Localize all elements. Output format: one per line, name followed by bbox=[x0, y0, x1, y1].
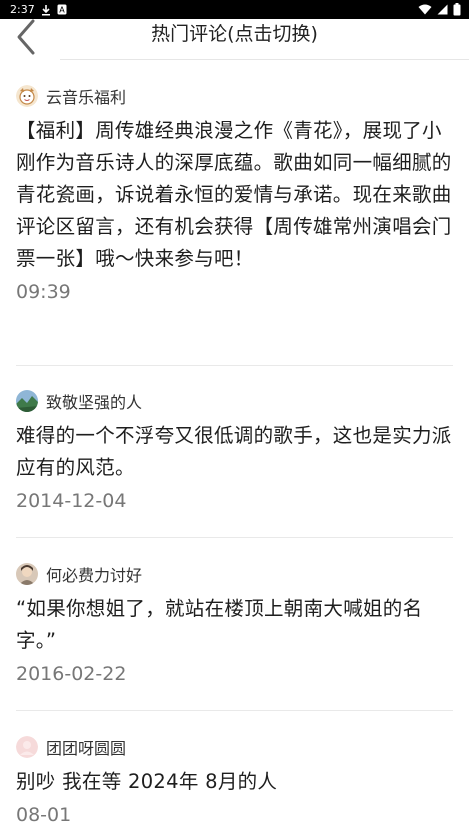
avatar[interactable] bbox=[16, 390, 38, 412]
comment-divider bbox=[16, 710, 453, 711]
comment-divider bbox=[16, 365, 453, 366]
page-title[interactable]: 热门评论(点击切换) bbox=[60, 19, 409, 49]
status-bar: 2:37 A bbox=[0, 0, 469, 19]
comment-item[interactable]: 致敬坚强的人 难得的一个不浮夸又很低调的歌手，这也是实力派应有的风范。 2014… bbox=[16, 389, 453, 514]
header-divider bbox=[60, 59, 469, 60]
comment-text: 别吵 我在等 2024年 8月的人 bbox=[16, 770, 278, 793]
avatar[interactable] bbox=[16, 85, 38, 107]
comment-user: 云音乐福利 bbox=[16, 84, 453, 108]
comment-item[interactable]: 何必费力讨好 “如果你想姐了，就站在楼顶上朝南大喊姐的名字。” 2016-02-… bbox=[16, 562, 453, 687]
header: 热门评论(点击切换) bbox=[0, 19, 469, 59]
comment-user: 致敬坚强的人 bbox=[16, 389, 453, 413]
comment-item[interactable]: 云音乐福利 【福利】周传雄经典浪漫之作《青花》，展现了小刚作为音乐诗人的深厚底蕴… bbox=[16, 84, 453, 305]
comment-text: 难得的一个不浮夸又很低调的歌手，这也是实力派应有的风范。 bbox=[16, 424, 452, 479]
username[interactable]: 何必费力讨好 bbox=[46, 562, 142, 586]
comment-time: 2014-12-04 bbox=[16, 490, 127, 512]
svg-text:A: A bbox=[59, 6, 65, 15]
username[interactable]: 云音乐福利 bbox=[46, 84, 126, 108]
avatar[interactable] bbox=[16, 563, 38, 585]
wifi-icon bbox=[418, 4, 432, 15]
comment-text: “如果你想姐了，就站在楼顶上朝南大喊姐的名字。” bbox=[16, 597, 423, 652]
comment-divider bbox=[16, 537, 453, 538]
comment-time: 09:39 bbox=[16, 281, 71, 303]
username[interactable]: 致敬坚强的人 bbox=[46, 389, 142, 413]
comment-time: 08-01 bbox=[16, 804, 72, 826]
comment-item[interactable]: 团团呀圆圆 别吵 我在等 2024年 8月的人 08-01 bbox=[16, 735, 453, 828]
signal-icon bbox=[437, 4, 448, 15]
avatar[interactable] bbox=[16, 736, 38, 758]
username[interactable]: 团团呀圆圆 bbox=[46, 735, 126, 759]
status-right bbox=[418, 0, 461, 19]
battery-icon bbox=[453, 3, 461, 16]
download-icon bbox=[41, 4, 51, 16]
comment-text: 【福利】周传雄经典浪漫之作《青花》，展现了小刚作为音乐诗人的深厚底蕴。歌曲如同一… bbox=[16, 119, 452, 270]
back-button[interactable] bbox=[8, 19, 42, 59]
comment-user: 何必费力讨好 bbox=[16, 562, 453, 586]
comment-user: 团团呀圆圆 bbox=[16, 735, 453, 759]
notification-icon: A bbox=[57, 4, 67, 15]
chevron-left-icon bbox=[13, 17, 37, 61]
comment-time: 2016-02-22 bbox=[16, 663, 127, 685]
